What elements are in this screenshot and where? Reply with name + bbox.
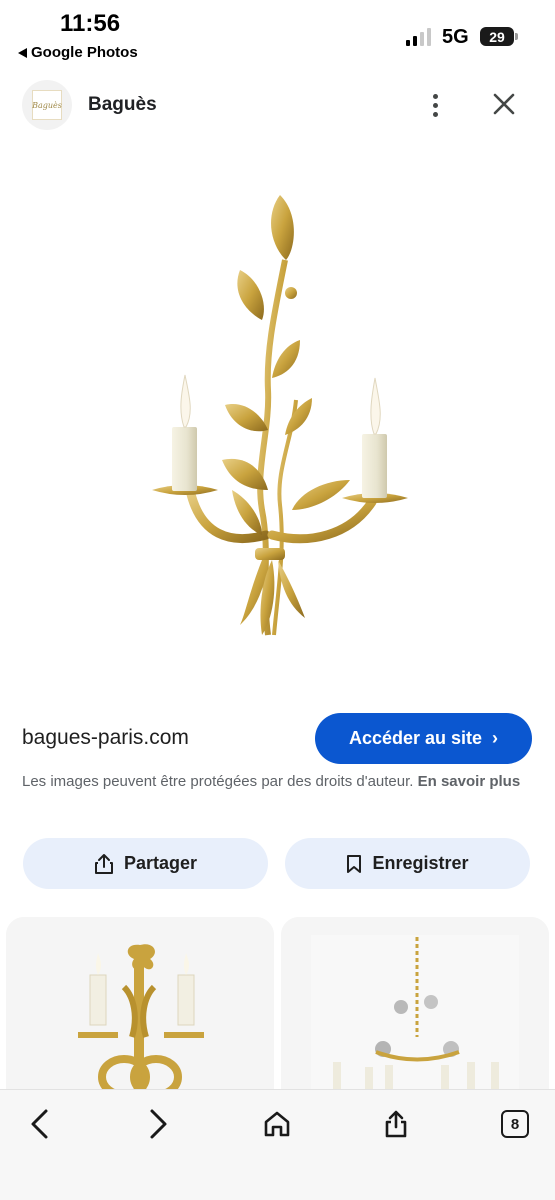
network-type: 5G (442, 26, 469, 48)
browser-toolbar: 8 (0, 1089, 555, 1200)
battery-tip (515, 33, 518, 40)
visit-site-label: Accéder au site (348, 728, 483, 748)
visit-site-button[interactable]: Accéder au site › (315, 713, 532, 764)
notice-text: Les images peuvent être protégées par de… (22, 773, 414, 790)
chevron-right-icon: › (492, 728, 499, 748)
status-bar: 11:56 Google Photos 5G 29 (0, 0, 555, 70)
tabs-button[interactable]: 8 (493, 1102, 537, 1146)
tabs-icon: 8 (501, 1110, 529, 1138)
sconce-illustration (152, 195, 408, 636)
back-to-app-link[interactable]: Google Photos (18, 44, 138, 61)
learn-more-link[interactable]: En savoir plus (418, 773, 521, 790)
share-icon (94, 853, 113, 874)
related-chandelier-image (281, 917, 549, 1117)
battery-icon: 29 (480, 27, 514, 46)
save-button[interactable]: Enregistrer (285, 838, 530, 889)
chevron-right-icon (150, 1109, 167, 1139)
site-title: Baguès (88, 94, 157, 115)
source-domain[interactable]: bagues-paris.com (22, 726, 189, 750)
back-app-label: Google Photos (31, 44, 138, 61)
result-image[interactable] (0, 150, 555, 690)
site-logo-mark: Baguès (32, 90, 62, 120)
signal-icon (406, 28, 431, 46)
home-icon (264, 1111, 290, 1137)
back-triangle-icon (18, 47, 27, 58)
share-label: Partager (123, 853, 198, 873)
save-label: Enregistrer (372, 853, 469, 873)
bookmark-icon (347, 854, 362, 873)
chevron-left-icon (31, 1109, 48, 1139)
close-icon[interactable] (490, 90, 518, 118)
share-button[interactable]: Partager (23, 838, 268, 889)
clock: 11:56 (60, 10, 121, 37)
related-sconce-image (6, 917, 274, 1117)
battery-level: 29 (489, 28, 505, 45)
forward-button[interactable] (136, 1102, 180, 1146)
related-image-card[interactable] (6, 917, 274, 1117)
share-icon (385, 1110, 407, 1138)
copyright-notice: Les images peuvent être protégées par de… (22, 770, 534, 794)
site-logo[interactable]: Baguès (22, 80, 72, 130)
back-button[interactable] (18, 1102, 62, 1146)
result-header: Baguès Baguès (0, 78, 555, 134)
home-button[interactable] (255, 1102, 299, 1146)
tabs-count: 8 (510, 1115, 520, 1133)
more-vertical-icon[interactable] (424, 88, 446, 122)
related-image-card[interactable] (281, 917, 549, 1117)
share-page-button[interactable] (374, 1102, 418, 1146)
